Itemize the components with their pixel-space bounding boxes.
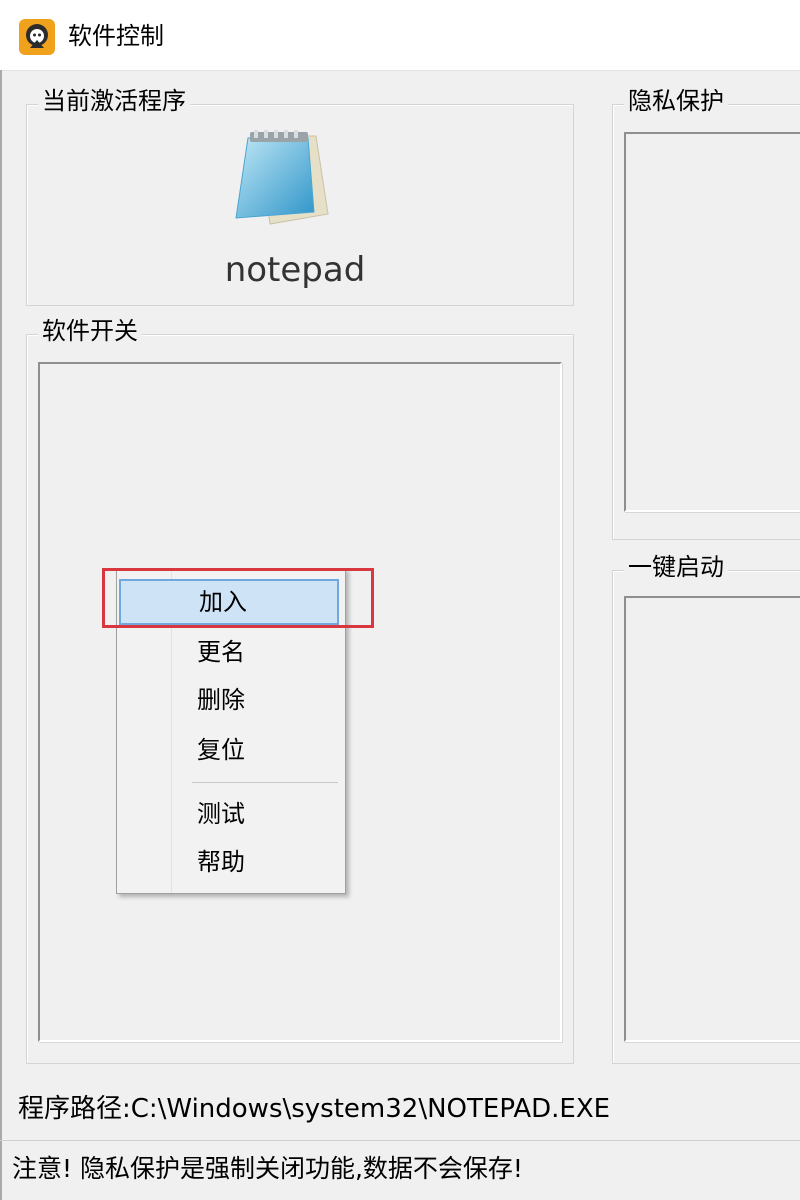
notepad-icon (235, 130, 329, 225)
menu-item-test[interactable]: 测试 (119, 791, 339, 837)
status-divider (0, 1140, 800, 1141)
program-path: 程序路径:C:\Windows\system32\NOTEPAD.EXE (18, 1094, 611, 1124)
privacy-list[interactable] (624, 132, 800, 512)
active-program-name: notepad (224, 250, 366, 290)
privacy-label: 隐私保护 (624, 86, 728, 116)
quick-start-label: 一键启动 (624, 552, 728, 582)
menu-item-reset[interactable]: 复位 (119, 727, 339, 773)
menu-separator (192, 782, 338, 783)
title-bar: 软件控制 (0, 0, 800, 71)
context-menu: 加入 更名 删除 复位 测试 帮助 (116, 568, 346, 894)
active-program-label: 当前激活程序 (38, 86, 190, 116)
software-switch-label: 软件开关 (38, 316, 142, 346)
window-title: 软件控制 (68, 22, 164, 50)
menu-item-add[interactable]: 加入 (119, 579, 339, 625)
status-message: 注意! 隐私保护是强制关闭功能,数据不会保存! (12, 1154, 523, 1183)
menu-item-rename[interactable]: 更名 (119, 629, 339, 675)
app-logo-icon (19, 19, 55, 55)
window-border (0, 70, 2, 1200)
menu-item-help[interactable]: 帮助 (119, 839, 339, 885)
quick-start-list[interactable] (624, 596, 800, 1042)
menu-item-delete[interactable]: 删除 (119, 677, 339, 723)
